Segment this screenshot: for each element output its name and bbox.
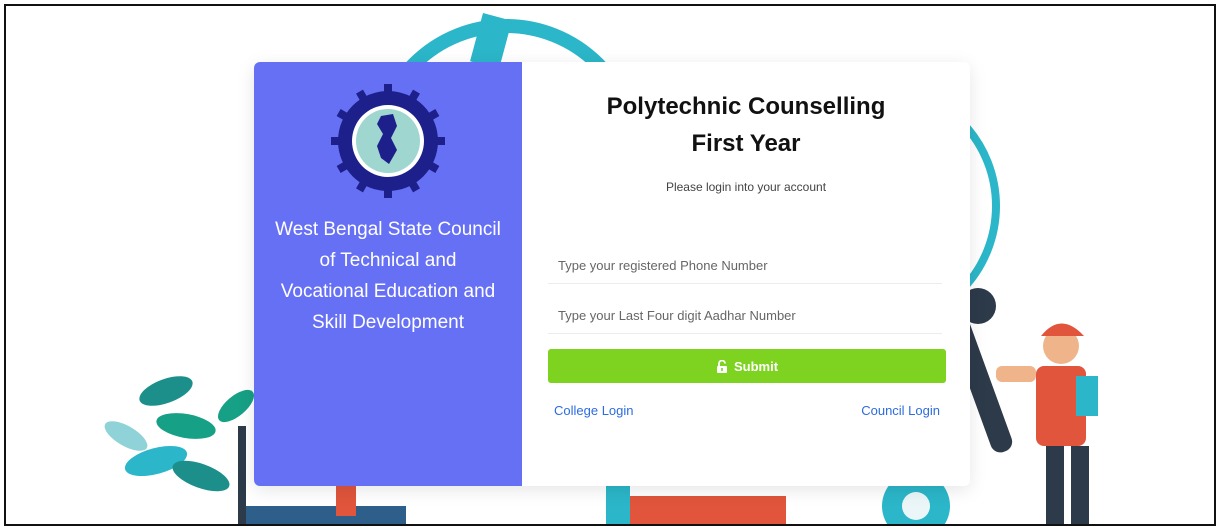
plant-illustration — [104, 376, 255, 524]
login-panel: Polytechnic Counselling First Year Pleas… — [522, 62, 970, 486]
council-login-link[interactable]: Council Login — [861, 403, 940, 418]
phone-number-input[interactable] — [548, 248, 942, 284]
unlock-icon — [716, 359, 727, 373]
page-title: Polytechnic Counselling First Year — [522, 88, 970, 162]
brand-panel: West Bengal State Council of Technical a… — [254, 62, 522, 486]
college-login-link[interactable]: College Login — [554, 403, 634, 418]
aadhar-digits-input[interactable] — [548, 298, 942, 334]
submit-button[interactable]: Submit — [548, 349, 946, 383]
books-illustration — [246, 486, 406, 524]
page-frame: West Bengal State Council of Technical a… — [4, 4, 1216, 526]
submit-label: Submit — [733, 358, 779, 374]
council-logo — [331, 84, 445, 198]
login-subtitle: Please login into your account — [665, 180, 827, 194]
title-line-2: First Year — [691, 130, 801, 157]
council-name: West Bengal State Council of Technical a… — [275, 219, 501, 333]
login-card: West Bengal State Council of Technical a… — [254, 62, 970, 486]
title-line-1: Polytechnic Counselling — [606, 93, 886, 120]
teal-block — [470, 12, 512, 70]
